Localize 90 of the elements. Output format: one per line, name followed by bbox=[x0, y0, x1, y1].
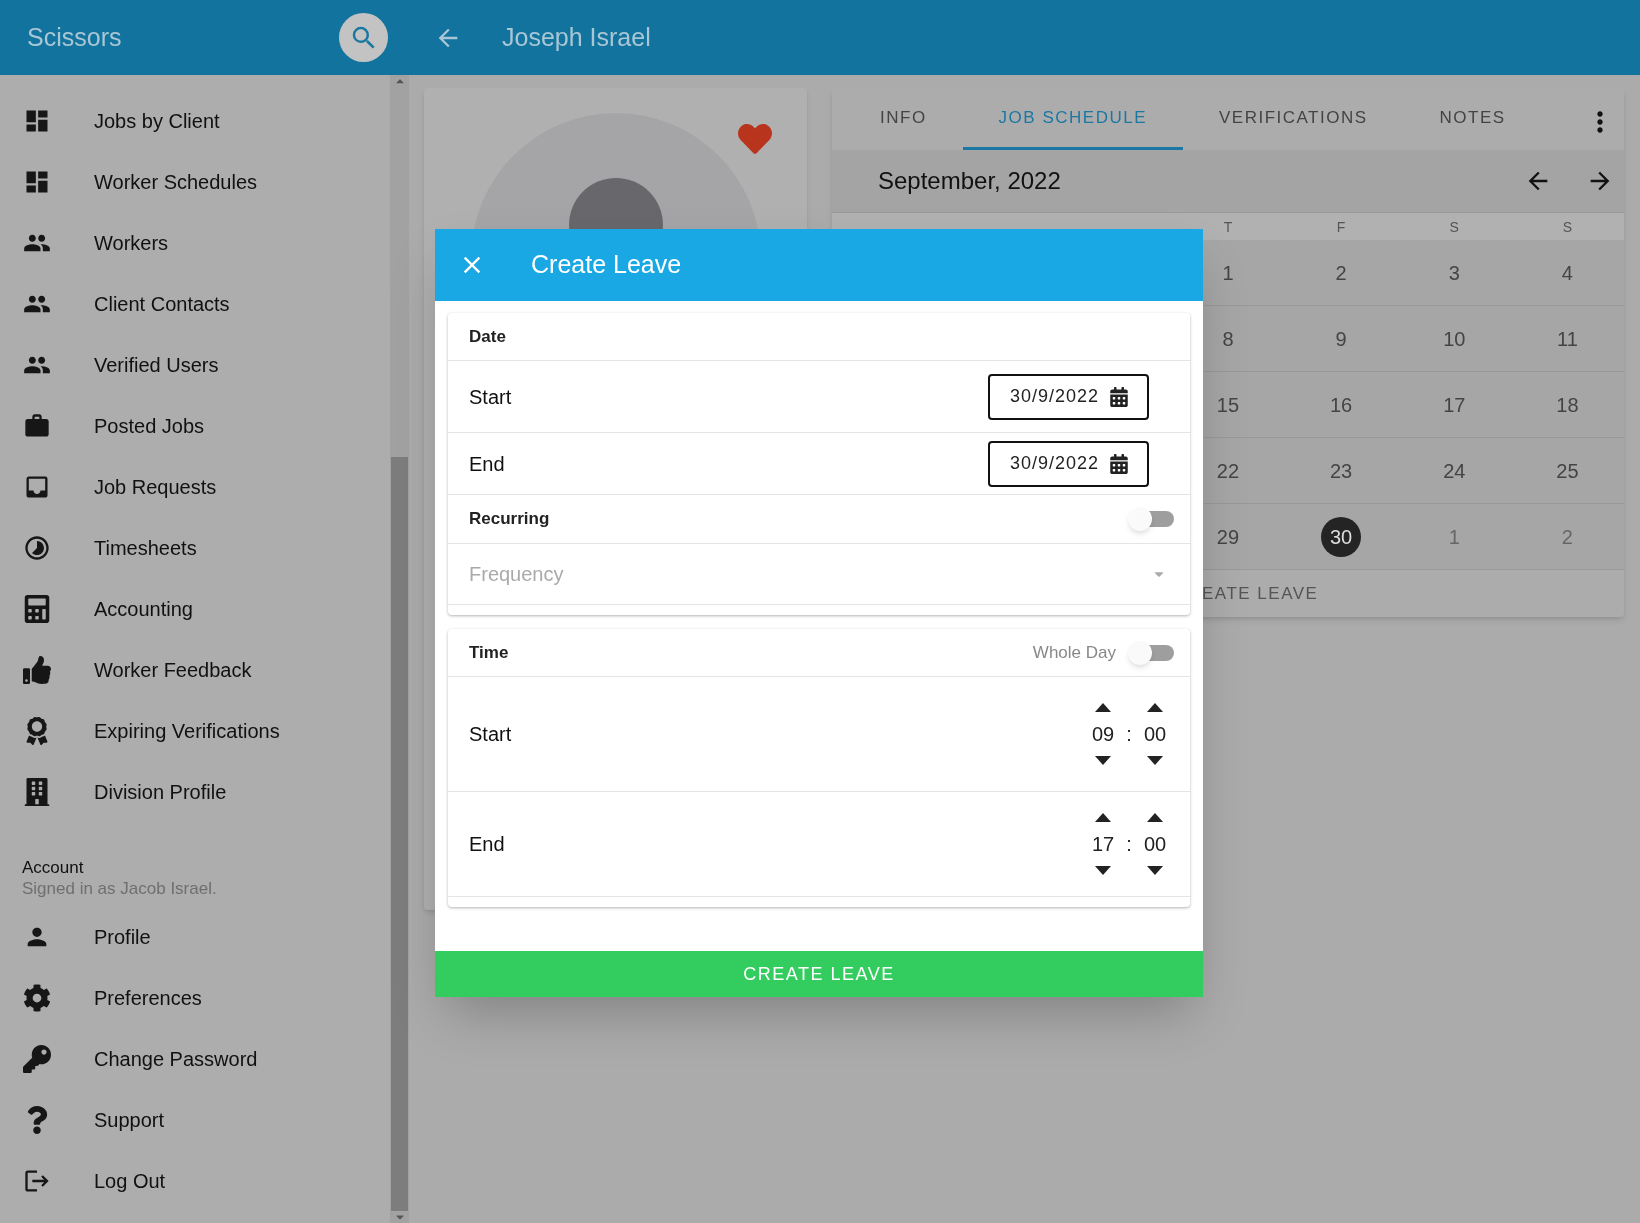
toggle-switch[interactable] bbox=[1128, 640, 1174, 665]
app-title: Scissors bbox=[27, 21, 123, 53]
nav-item[interactable]: Accounting bbox=[0, 578, 390, 639]
caret-up-icon bbox=[1095, 813, 1111, 822]
nav-item[interactable]: Worker Schedules bbox=[0, 151, 390, 212]
caret-down-icon bbox=[1147, 866, 1163, 875]
nav-item[interactable]: Posted Jobs bbox=[0, 395, 390, 456]
nav-item[interactable]: Workers bbox=[0, 212, 390, 273]
dialog-title: Create Leave bbox=[531, 249, 682, 281]
calendar-day[interactable]: 2 bbox=[1547, 516, 1588, 557]
key-icon bbox=[23, 1044, 51, 1073]
caret-up-icon bbox=[1095, 703, 1111, 712]
nav-item[interactable]: Profile bbox=[0, 906, 390, 967]
nav-item[interactable]: Expiring Verifications bbox=[0, 700, 390, 761]
nav-item[interactable]: Timesheets bbox=[0, 517, 390, 578]
nav-item[interactable]: Job Requests bbox=[0, 456, 390, 517]
calendar-day[interactable]: 11 bbox=[1547, 318, 1588, 359]
calendar-day[interactable]: 1 bbox=[1208, 252, 1248, 293]
calendar-icon bbox=[1109, 386, 1130, 407]
time-value[interactable]: 00 bbox=[1143, 718, 1167, 750]
nav-item[interactable]: Client Contacts bbox=[0, 273, 390, 334]
calculator-icon bbox=[23, 594, 51, 623]
nav-item[interactable]: Verified Users bbox=[0, 334, 390, 395]
caret-up-icon bbox=[1147, 813, 1163, 822]
section-heading: Date bbox=[469, 325, 506, 348]
calendar-day[interactable]: 8 bbox=[1208, 318, 1248, 359]
nav-item[interactable]: Support bbox=[0, 1089, 390, 1150]
frequency-select[interactable]: Frequency bbox=[448, 544, 1190, 605]
section-heading: Recurring bbox=[469, 508, 551, 531]
calendar-day[interactable]: 24 bbox=[1434, 450, 1475, 491]
nav-item[interactable]: Jobs by Client bbox=[0, 90, 390, 151]
timer-icon bbox=[23, 533, 51, 562]
heart-icon[interactable] bbox=[738, 122, 772, 156]
caret-up-icon bbox=[1147, 703, 1163, 712]
scrollbar-thumb[interactable] bbox=[391, 457, 408, 1211]
calendar-day[interactable]: 10 bbox=[1434, 318, 1475, 359]
calendar-day[interactable]: 29 bbox=[1208, 516, 1248, 557]
caret-down-icon bbox=[1095, 756, 1111, 765]
time-separator: : bbox=[1125, 722, 1133, 747]
weekday-label: T bbox=[1222, 218, 1234, 237]
calendar-day[interactable]: 9 bbox=[1321, 318, 1362, 359]
calendar-day[interactable]: 15 bbox=[1208, 384, 1248, 425]
settings-icon bbox=[23, 983, 51, 1012]
caret-down-icon bbox=[1095, 866, 1111, 875]
nav-item[interactable]: Division Profile bbox=[0, 761, 390, 822]
tab[interactable]: NOTES bbox=[1403, 88, 1542, 150]
date-field[interactable]: 30/9/2022 bbox=[988, 373, 1149, 420]
thumbs-up-icon bbox=[23, 655, 51, 684]
field-label: End bbox=[469, 832, 506, 857]
calendar-icon bbox=[1109, 453, 1130, 474]
section-heading: Account bbox=[22, 858, 85, 878]
weekday-label: S bbox=[1561, 218, 1574, 237]
nav-item[interactable]: Preferences bbox=[0, 967, 390, 1028]
toggle-switch[interactable] bbox=[1128, 507, 1174, 531]
signed-in-text: Signed in as Jacob Israel. bbox=[22, 878, 218, 900]
page-title: Joseph Israel bbox=[502, 21, 651, 53]
calendar-day[interactable]: 25 bbox=[1547, 450, 1588, 491]
nav-item[interactable]: Change Password bbox=[0, 1028, 390, 1089]
calendar-day[interactable]: 3 bbox=[1434, 252, 1475, 293]
calendar-day[interactable]: 2 bbox=[1321, 252, 1362, 293]
calendar-day[interactable]: 22 bbox=[1208, 450, 1248, 491]
calendar-day[interactable]: 16 bbox=[1321, 384, 1362, 425]
calendar-day[interactable]: 18 bbox=[1547, 384, 1588, 425]
caret-down-icon bbox=[1147, 756, 1163, 765]
date-field[interactable]: 30/9/2022 bbox=[988, 440, 1149, 487]
tab[interactable]: INFO bbox=[844, 88, 963, 150]
search-button[interactable] bbox=[339, 13, 388, 62]
whole-day-label: Whole Day bbox=[1032, 641, 1116, 664]
nav-item[interactable]: Log Out bbox=[0, 1150, 390, 1211]
section-heading: Time bbox=[469, 641, 510, 664]
calendar-day[interactable]: 4 bbox=[1547, 252, 1588, 293]
field-label: End bbox=[469, 451, 506, 477]
time-separator: : bbox=[1125, 832, 1133, 857]
calendar-day[interactable]: 17 bbox=[1434, 384, 1475, 425]
calendar-day[interactable]: 1 bbox=[1434, 516, 1475, 557]
calendar-day[interactable]: 23 bbox=[1321, 450, 1362, 491]
month-title: September, 2022 bbox=[878, 166, 1062, 196]
time-value[interactable]: 17 bbox=[1091, 828, 1115, 860]
time-value[interactable]: 09 bbox=[1091, 718, 1115, 750]
nav-item[interactable]: Worker Feedback bbox=[0, 639, 390, 700]
calendar-day[interactable]: 30 bbox=[1321, 516, 1362, 557]
weekday-label: S bbox=[1448, 218, 1460, 237]
briefcase-icon bbox=[23, 411, 51, 440]
building-icon bbox=[23, 777, 51, 806]
field-label: Start bbox=[469, 722, 513, 747]
create-leave-link[interactable]: EATE LEAVE bbox=[1202, 580, 1319, 607]
field-label: Start bbox=[469, 384, 513, 410]
tab[interactable]: VERIFICATIONS bbox=[1183, 88, 1404, 150]
time-value[interactable]: 00 bbox=[1143, 828, 1167, 860]
weekday-label: F bbox=[1335, 218, 1347, 237]
